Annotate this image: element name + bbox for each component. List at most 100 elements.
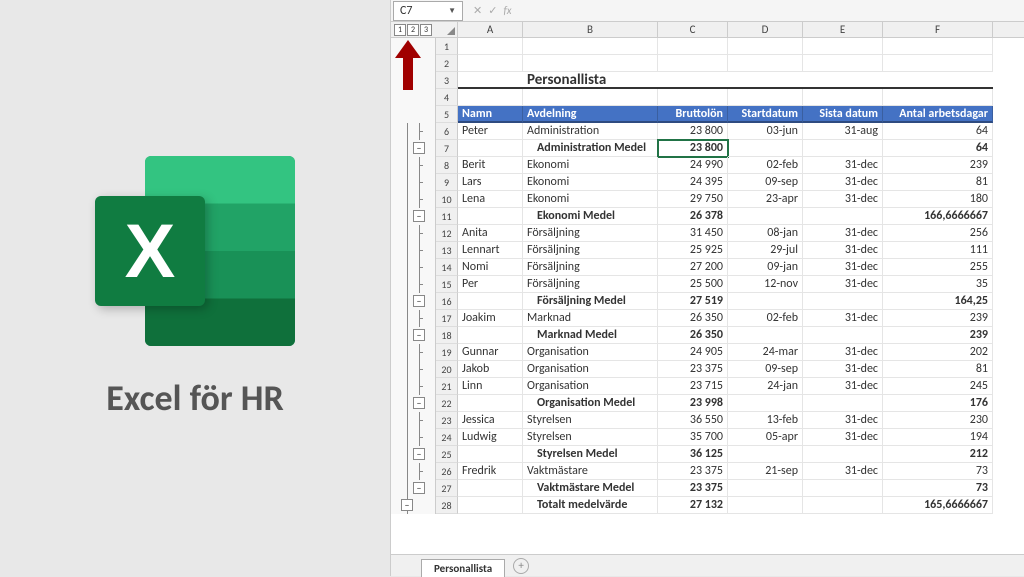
cell[interactable]: Jessica [458, 412, 523, 429]
row-header[interactable]: 4 [436, 89, 458, 106]
row-header[interactable]: 21 [436, 378, 458, 395]
cell[interactable]: Totalt medelvärde [523, 497, 658, 514]
cell[interactable]: Ekonomi [523, 157, 658, 174]
cell[interactable]: 31-dec [803, 174, 883, 191]
cell[interactable]: Administration [523, 123, 658, 140]
cell[interactable]: 12-nov [728, 276, 803, 293]
cell[interactable]: 31-dec [803, 429, 883, 446]
cell[interactable]: 31-dec [803, 463, 883, 480]
cell[interactable] [728, 327, 803, 344]
cell[interactable]: 23 715 [658, 378, 728, 395]
cell[interactable]: Organisation [523, 361, 658, 378]
cell[interactable]: 25 500 [658, 276, 728, 293]
cell[interactable] [458, 208, 523, 225]
cell[interactable]: 239 [883, 327, 993, 344]
cell[interactable]: Fredrik [458, 463, 523, 480]
cell[interactable]: Ekonomi Medel [523, 208, 658, 225]
cell[interactable]: Per [458, 276, 523, 293]
cell[interactable]: Marknad [523, 310, 658, 327]
cell[interactable]: 31-dec [803, 310, 883, 327]
cell[interactable]: 29-jul [728, 242, 803, 259]
add-sheet-button[interactable]: + [513, 558, 529, 574]
cell[interactable] [803, 446, 883, 463]
col-header-b[interactable]: B [523, 22, 658, 37]
cell[interactable]: 09-jan [728, 259, 803, 276]
cell[interactable]: Lena [458, 191, 523, 208]
cell[interactable]: 23 800 [658, 123, 728, 140]
cell[interactable]: 202 [883, 344, 993, 361]
cell[interactable] [458, 395, 523, 412]
cell[interactable]: Namn [458, 106, 523, 123]
cell[interactable]: 31-dec [803, 344, 883, 361]
col-header-e[interactable]: E [803, 22, 883, 37]
cell[interactable]: 26 350 [658, 327, 728, 344]
cell[interactable] [803, 140, 883, 157]
cell[interactable]: 02-feb [728, 310, 803, 327]
cell[interactable]: Sista datum [803, 106, 883, 123]
cell[interactable] [458, 293, 523, 310]
row-header[interactable]: 15 [436, 276, 458, 293]
row-header[interactable]: 25 [436, 446, 458, 463]
cell[interactable]: Organisation Medel [523, 395, 658, 412]
cell[interactable]: Peter [458, 123, 523, 140]
cell[interactable]: 239 [883, 157, 993, 174]
cell[interactable]: Antal arbetsdagar [883, 106, 993, 123]
cell[interactable]: Jakob [458, 361, 523, 378]
cell[interactable]: Försäljning [523, 242, 658, 259]
cell[interactable]: Startdatum [728, 106, 803, 123]
cell[interactable] [523, 89, 658, 106]
cell[interactable]: Avdelning [523, 106, 658, 123]
outline-collapse[interactable]: – [413, 210, 425, 222]
row-header[interactable]: 12 [436, 225, 458, 242]
row-header[interactable]: 16 [436, 293, 458, 310]
row-header[interactable]: 3 [436, 72, 458, 89]
cell[interactable]: 24-jan [728, 378, 803, 395]
cell[interactable] [883, 38, 993, 55]
row-header[interactable]: 26 [436, 463, 458, 480]
cell[interactable]: 23 375 [658, 463, 728, 480]
row-header[interactable]: 2 [436, 55, 458, 72]
cell[interactable]: 24 990 [658, 157, 728, 174]
cell[interactable] [728, 140, 803, 157]
cell[interactable]: 176 [883, 395, 993, 412]
cell[interactable] [803, 480, 883, 497]
cell[interactable]: Vaktmästare Medel [523, 480, 658, 497]
cell[interactable] [883, 55, 993, 72]
cell[interactable] [728, 293, 803, 310]
cell[interactable]: 24 395 [658, 174, 728, 191]
spreadsheet-grid[interactable]: 123Personallista45NamnAvdelningBruttolön… [391, 38, 1024, 554]
cell[interactable] [728, 38, 803, 55]
row-header[interactable]: 22 [436, 395, 458, 412]
cell[interactable] [728, 446, 803, 463]
cell[interactable]: Lennart [458, 242, 523, 259]
cell[interactable]: Linn [458, 378, 523, 395]
name-box[interactable]: C7 ▼ [393, 1, 463, 21]
cell[interactable]: 31 450 [658, 225, 728, 242]
outline-collapse[interactable]: – [413, 397, 425, 409]
cell[interactable]: 35 700 [658, 429, 728, 446]
cell[interactable] [458, 480, 523, 497]
cell[interactable]: Marknad Medel [523, 327, 658, 344]
cell[interactable] [803, 497, 883, 514]
cell[interactable]: 23 375 [658, 361, 728, 378]
cell[interactable]: Försäljning [523, 259, 658, 276]
row-header[interactable]: 5 [436, 106, 458, 123]
cell[interactable]: Nomi [458, 259, 523, 276]
cell[interactable] [803, 208, 883, 225]
cell[interactable]: 27 519 [658, 293, 728, 310]
cell[interactable]: Ekonomi [523, 174, 658, 191]
outline-collapse[interactable]: – [413, 448, 425, 460]
cell[interactable]: 255 [883, 259, 993, 276]
row-header[interactable]: 14 [436, 259, 458, 276]
cell[interactable] [728, 497, 803, 514]
cell[interactable]: 81 [883, 361, 993, 378]
cell[interactable]: 09-sep [728, 174, 803, 191]
col-header-c[interactable]: C [658, 22, 728, 37]
cell[interactable]: 25 925 [658, 242, 728, 259]
cell[interactable] [728, 208, 803, 225]
cell[interactable]: 31-dec [803, 412, 883, 429]
cell[interactable]: Styrelsen [523, 429, 658, 446]
cell[interactable]: 31-dec [803, 276, 883, 293]
cell[interactable]: Lars [458, 174, 523, 191]
cell[interactable]: 81 [883, 174, 993, 191]
